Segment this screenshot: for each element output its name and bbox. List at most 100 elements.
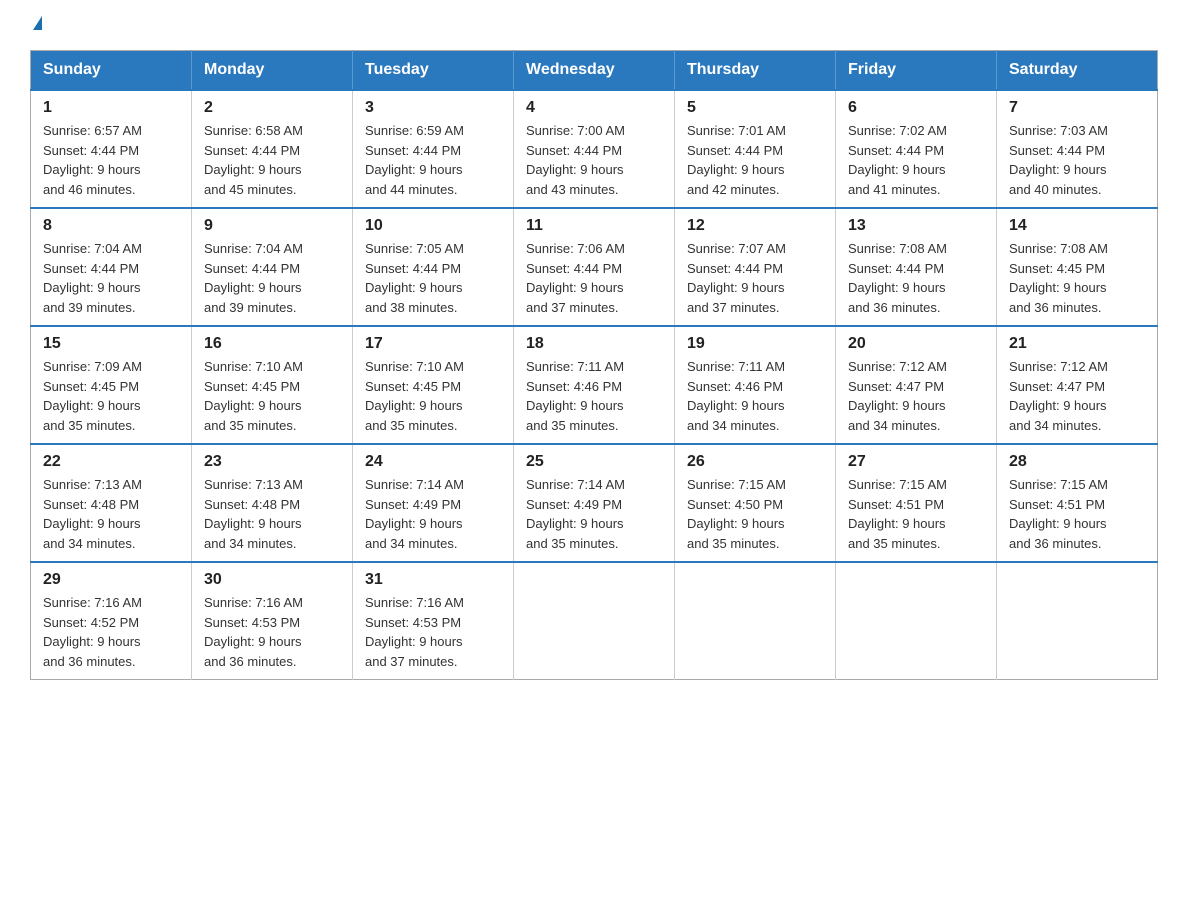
- day-number: 9: [204, 217, 340, 235]
- calendar-cell: 5 Sunrise: 7:01 AM Sunset: 4:44 PM Dayli…: [675, 90, 836, 208]
- day-number: 28: [1009, 453, 1145, 471]
- calendar-cell: 3 Sunrise: 6:59 AM Sunset: 4:44 PM Dayli…: [353, 90, 514, 208]
- calendar-header: SundayMondayTuesdayWednesdayThursdayFrid…: [31, 51, 1158, 91]
- day-info: Sunrise: 7:15 AM Sunset: 4:51 PM Dayligh…: [848, 475, 984, 553]
- day-info: Sunrise: 6:58 AM Sunset: 4:44 PM Dayligh…: [204, 121, 340, 199]
- day-number: 26: [687, 453, 823, 471]
- day-number: 25: [526, 453, 662, 471]
- calendar-cell: 19 Sunrise: 7:11 AM Sunset: 4:46 PM Dayl…: [675, 326, 836, 444]
- day-number: 6: [848, 99, 984, 117]
- day-info: Sunrise: 7:04 AM Sunset: 4:44 PM Dayligh…: [43, 239, 179, 317]
- calendar-cell: 23 Sunrise: 7:13 AM Sunset: 4:48 PM Dayl…: [192, 444, 353, 562]
- calendar-cell: 27 Sunrise: 7:15 AM Sunset: 4:51 PM Dayl…: [836, 444, 997, 562]
- day-info: Sunrise: 7:16 AM Sunset: 4:53 PM Dayligh…: [204, 593, 340, 671]
- day-info: Sunrise: 7:06 AM Sunset: 4:44 PM Dayligh…: [526, 239, 662, 317]
- day-info: Sunrise: 7:16 AM Sunset: 4:53 PM Dayligh…: [365, 593, 501, 671]
- calendar-cell: 16 Sunrise: 7:10 AM Sunset: 4:45 PM Dayl…: [192, 326, 353, 444]
- calendar-cell: 15 Sunrise: 7:09 AM Sunset: 4:45 PM Dayl…: [31, 326, 192, 444]
- calendar-cell: [675, 562, 836, 680]
- day-info: Sunrise: 6:59 AM Sunset: 4:44 PM Dayligh…: [365, 121, 501, 199]
- day-info: Sunrise: 7:08 AM Sunset: 4:45 PM Dayligh…: [1009, 239, 1145, 317]
- calendar-cell: 28 Sunrise: 7:15 AM Sunset: 4:51 PM Dayl…: [997, 444, 1158, 562]
- calendar-cell: 21 Sunrise: 7:12 AM Sunset: 4:47 PM Dayl…: [997, 326, 1158, 444]
- calendar-cell: 26 Sunrise: 7:15 AM Sunset: 4:50 PM Dayl…: [675, 444, 836, 562]
- day-number: 14: [1009, 217, 1145, 235]
- calendar-cell: 10 Sunrise: 7:05 AM Sunset: 4:44 PM Dayl…: [353, 208, 514, 326]
- day-info: Sunrise: 6:57 AM Sunset: 4:44 PM Dayligh…: [43, 121, 179, 199]
- day-number: 20: [848, 335, 984, 353]
- day-info: Sunrise: 7:14 AM Sunset: 4:49 PM Dayligh…: [526, 475, 662, 553]
- calendar-cell: [836, 562, 997, 680]
- day-number: 21: [1009, 335, 1145, 353]
- header-saturday: Saturday: [997, 51, 1158, 91]
- day-info: Sunrise: 7:05 AM Sunset: 4:44 PM Dayligh…: [365, 239, 501, 317]
- day-number: 22: [43, 453, 179, 471]
- day-number: 3: [365, 99, 501, 117]
- day-info: Sunrise: 7:04 AM Sunset: 4:44 PM Dayligh…: [204, 239, 340, 317]
- calendar-cell: 22 Sunrise: 7:13 AM Sunset: 4:48 PM Dayl…: [31, 444, 192, 562]
- day-number: 4: [526, 99, 662, 117]
- day-number: 29: [43, 571, 179, 589]
- calendar-body: 1 Sunrise: 6:57 AM Sunset: 4:44 PM Dayli…: [31, 90, 1158, 680]
- day-info: Sunrise: 7:12 AM Sunset: 4:47 PM Dayligh…: [848, 357, 984, 435]
- week-row-1: 1 Sunrise: 6:57 AM Sunset: 4:44 PM Dayli…: [31, 90, 1158, 208]
- day-number: 19: [687, 335, 823, 353]
- day-info: Sunrise: 7:07 AM Sunset: 4:44 PM Dayligh…: [687, 239, 823, 317]
- day-info: Sunrise: 7:03 AM Sunset: 4:44 PM Dayligh…: [1009, 121, 1145, 199]
- day-info: Sunrise: 7:02 AM Sunset: 4:44 PM Dayligh…: [848, 121, 984, 199]
- calendar-cell: 20 Sunrise: 7:12 AM Sunset: 4:47 PM Dayl…: [836, 326, 997, 444]
- day-info: Sunrise: 7:11 AM Sunset: 4:46 PM Dayligh…: [526, 357, 662, 435]
- day-info: Sunrise: 7:10 AM Sunset: 4:45 PM Dayligh…: [204, 357, 340, 435]
- header-thursday: Thursday: [675, 51, 836, 91]
- week-row-2: 8 Sunrise: 7:04 AM Sunset: 4:44 PM Dayli…: [31, 208, 1158, 326]
- day-number: 24: [365, 453, 501, 471]
- calendar-cell: 29 Sunrise: 7:16 AM Sunset: 4:52 PM Dayl…: [31, 562, 192, 680]
- day-info: Sunrise: 7:13 AM Sunset: 4:48 PM Dayligh…: [43, 475, 179, 553]
- day-number: 1: [43, 99, 179, 117]
- week-row-3: 15 Sunrise: 7:09 AM Sunset: 4:45 PM Dayl…: [31, 326, 1158, 444]
- calendar-cell: 13 Sunrise: 7:08 AM Sunset: 4:44 PM Dayl…: [836, 208, 997, 326]
- header-monday: Monday: [192, 51, 353, 91]
- day-number: 11: [526, 217, 662, 235]
- header-sunday: Sunday: [31, 51, 192, 91]
- day-info: Sunrise: 7:16 AM Sunset: 4:52 PM Dayligh…: [43, 593, 179, 671]
- day-number: 7: [1009, 99, 1145, 117]
- day-info: Sunrise: 7:09 AM Sunset: 4:45 PM Dayligh…: [43, 357, 179, 435]
- day-info: Sunrise: 7:00 AM Sunset: 4:44 PM Dayligh…: [526, 121, 662, 199]
- calendar-cell: 14 Sunrise: 7:08 AM Sunset: 4:45 PM Dayl…: [997, 208, 1158, 326]
- day-number: 23: [204, 453, 340, 471]
- header-friday: Friday: [836, 51, 997, 91]
- day-info: Sunrise: 7:14 AM Sunset: 4:49 PM Dayligh…: [365, 475, 501, 553]
- day-number: 8: [43, 217, 179, 235]
- days-of-week-row: SundayMondayTuesdayWednesdayThursdayFrid…: [31, 51, 1158, 91]
- week-row-5: 29 Sunrise: 7:16 AM Sunset: 4:52 PM Dayl…: [31, 562, 1158, 680]
- day-info: Sunrise: 7:15 AM Sunset: 4:51 PM Dayligh…: [1009, 475, 1145, 553]
- calendar-cell: 25 Sunrise: 7:14 AM Sunset: 4:49 PM Dayl…: [514, 444, 675, 562]
- day-number: 27: [848, 453, 984, 471]
- calendar-cell: 12 Sunrise: 7:07 AM Sunset: 4:44 PM Dayl…: [675, 208, 836, 326]
- day-info: Sunrise: 7:11 AM Sunset: 4:46 PM Dayligh…: [687, 357, 823, 435]
- day-number: 13: [848, 217, 984, 235]
- logo: [30, 20, 42, 30]
- calendar-cell: 18 Sunrise: 7:11 AM Sunset: 4:46 PM Dayl…: [514, 326, 675, 444]
- day-number: 12: [687, 217, 823, 235]
- day-info: Sunrise: 7:01 AM Sunset: 4:44 PM Dayligh…: [687, 121, 823, 199]
- day-number: 10: [365, 217, 501, 235]
- header-tuesday: Tuesday: [353, 51, 514, 91]
- day-info: Sunrise: 7:15 AM Sunset: 4:50 PM Dayligh…: [687, 475, 823, 553]
- calendar-cell: 8 Sunrise: 7:04 AM Sunset: 4:44 PM Dayli…: [31, 208, 192, 326]
- day-info: Sunrise: 7:10 AM Sunset: 4:45 PM Dayligh…: [365, 357, 501, 435]
- day-number: 5: [687, 99, 823, 117]
- calendar-cell: 11 Sunrise: 7:06 AM Sunset: 4:44 PM Dayl…: [514, 208, 675, 326]
- day-number: 16: [204, 335, 340, 353]
- page-header: [30, 20, 1158, 30]
- calendar-cell: 31 Sunrise: 7:16 AM Sunset: 4:53 PM Dayl…: [353, 562, 514, 680]
- week-row-4: 22 Sunrise: 7:13 AM Sunset: 4:48 PM Dayl…: [31, 444, 1158, 562]
- calendar-cell: [514, 562, 675, 680]
- day-number: 18: [526, 335, 662, 353]
- day-info: Sunrise: 7:12 AM Sunset: 4:47 PM Dayligh…: [1009, 357, 1145, 435]
- calendar-cell: 4 Sunrise: 7:00 AM Sunset: 4:44 PM Dayli…: [514, 90, 675, 208]
- calendar-cell: 2 Sunrise: 6:58 AM Sunset: 4:44 PM Dayli…: [192, 90, 353, 208]
- day-info: Sunrise: 7:08 AM Sunset: 4:44 PM Dayligh…: [848, 239, 984, 317]
- day-number: 31: [365, 571, 501, 589]
